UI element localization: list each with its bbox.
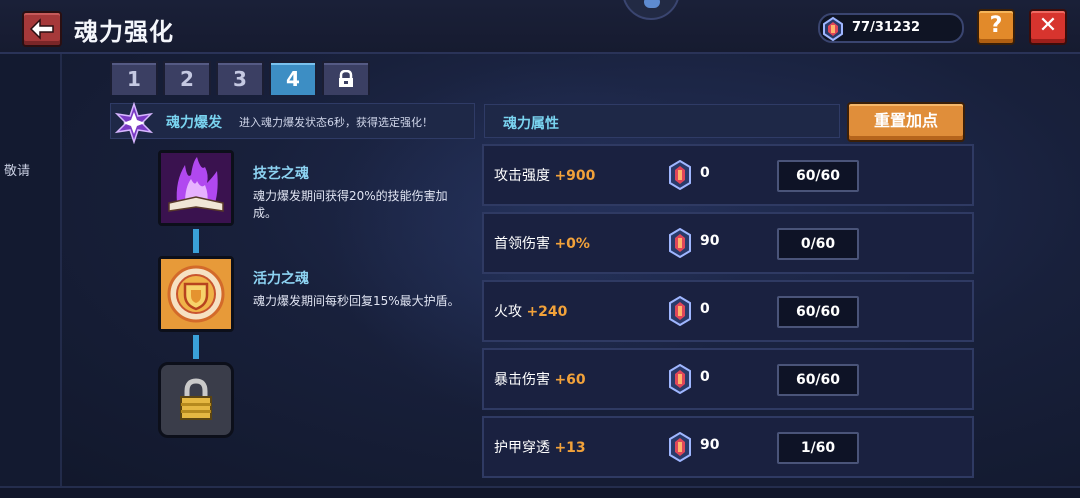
attribute-bonus: +0% <box>554 236 590 252</box>
tab-2[interactable]: 2 <box>163 61 211 95</box>
padlock-icon <box>180 378 212 420</box>
attribute-cost: 90 <box>700 233 720 249</box>
attribute-row[interactable]: 护甲穿透 +13 90 1/60 <box>482 416 974 478</box>
soul-currency: 77/31232 <box>818 13 964 43</box>
attribute-row[interactable]: 暴击伤害 +60 0 60/60 <box>482 348 974 410</box>
soul-attributes-title: 魂力属性 <box>503 116 559 132</box>
attribute-name: 护甲穿透 <box>494 440 550 456</box>
soul-description: 魂力爆发期间每秒回复15%最大护盾。 <box>253 294 460 308</box>
attribute-row[interactable]: 攻击强度 +900 0 60/60 <box>482 144 974 206</box>
bottom-border <box>0 486 1080 498</box>
soul-gem-icon <box>668 159 692 194</box>
attribute-label: 火攻 +240 <box>494 301 567 321</box>
soul-burst-description: 进入魂力爆发状态6秒，获得选定强化！ <box>239 116 433 129</box>
attribute-name: 首领伤害 <box>494 236 550 252</box>
soul-gem-icon <box>820 16 846 46</box>
soul-name: 活力之魂 <box>253 271 309 287</box>
attribute-cost: 0 <box>700 369 710 385</box>
soul-burst-header: 魂力爆发 进入魂力爆发状态6秒，获得选定强化！ <box>110 101 475 145</box>
soul-name: 技艺之魂 <box>253 166 309 182</box>
currency-value: 77/31232 <box>852 20 921 35</box>
attribute-row[interactable]: 火攻 +240 0 60/60 <box>482 280 974 342</box>
attribute-row[interactable]: 首领伤害 +0% 90 0/60 <box>482 212 974 274</box>
attribute-level: 60/60 <box>777 364 859 396</box>
attribute-label: 护甲穿透 +13 <box>494 437 586 457</box>
top-bar: 魂力强化 77/31232 ? ✕ <box>0 0 1080 54</box>
attribute-name: 暴击伤害 <box>494 372 550 388</box>
lock-icon <box>339 70 353 87</box>
soul-gem-icon <box>668 227 692 262</box>
soul-burst-icon <box>113 101 155 148</box>
attribute-label: 首领伤害 +0% <box>494 233 590 253</box>
attribute-bonus: +60 <box>554 372 586 388</box>
tab-locked[interactable] <box>322 61 370 95</box>
tab-4[interactable]: 4 <box>269 61 317 95</box>
soul-attributes-header: 魂力属性 <box>484 104 840 138</box>
attribute-level: 0/60 <box>777 228 859 260</box>
close-button[interactable]: ✕ <box>1029 9 1067 45</box>
page-title: 魂力强化 <box>74 18 174 46</box>
attribute-level: 60/60 <box>777 296 859 328</box>
pet-emblem-icon <box>622 0 680 20</box>
arrow-left-icon <box>29 18 54 40</box>
tab-1[interactable]: 1 <box>110 61 158 95</box>
soul-connector <box>193 229 199 253</box>
attribute-cost: 90 <box>700 437 720 453</box>
attribute-level: 1/60 <box>777 432 859 464</box>
attribute-label: 暴击伤害 +60 <box>494 369 586 389</box>
divider <box>60 54 62 498</box>
attribute-bonus: +13 <box>554 440 586 456</box>
locked-soul-slot[interactable] <box>158 362 234 438</box>
soul-gem-icon <box>668 431 692 466</box>
attribute-cost: 0 <box>700 165 710 181</box>
soul-gem-icon <box>668 363 692 398</box>
soul-gem-icon <box>668 295 692 330</box>
golden-shield-icon <box>161 259 231 329</box>
tab-bar: 1 2 3 4 <box>110 61 370 95</box>
attribute-bonus: +900 <box>554 168 596 184</box>
attribute-bonus: +240 <box>526 304 568 320</box>
left-side-panel <box>0 54 60 498</box>
purple-flame-book-icon <box>161 153 231 223</box>
vitality-soul-slot[interactable] <box>158 256 234 332</box>
skill-soul-slot[interactable] <box>158 150 234 226</box>
attribute-name: 攻击强度 <box>494 168 550 184</box>
help-button[interactable]: ? <box>977 9 1015 45</box>
tab-3[interactable]: 3 <box>216 61 264 95</box>
attribute-cost: 0 <box>700 301 710 317</box>
attribute-name: 火攻 <box>494 304 522 320</box>
side-panel-text: 敬请 <box>4 164 31 179</box>
reset-points-button[interactable]: 重置加点 <box>847 102 965 142</box>
back-button[interactable] <box>22 11 62 47</box>
soul-burst-title: 魂力爆发 <box>166 115 222 131</box>
soul-connector <box>193 335 199 359</box>
attribute-level: 60/60 <box>777 160 859 192</box>
attribute-label: 攻击强度 +900 <box>494 165 595 185</box>
soul-description: 魂力爆发期间获得20%的技能伤害加成。 <box>253 189 448 220</box>
